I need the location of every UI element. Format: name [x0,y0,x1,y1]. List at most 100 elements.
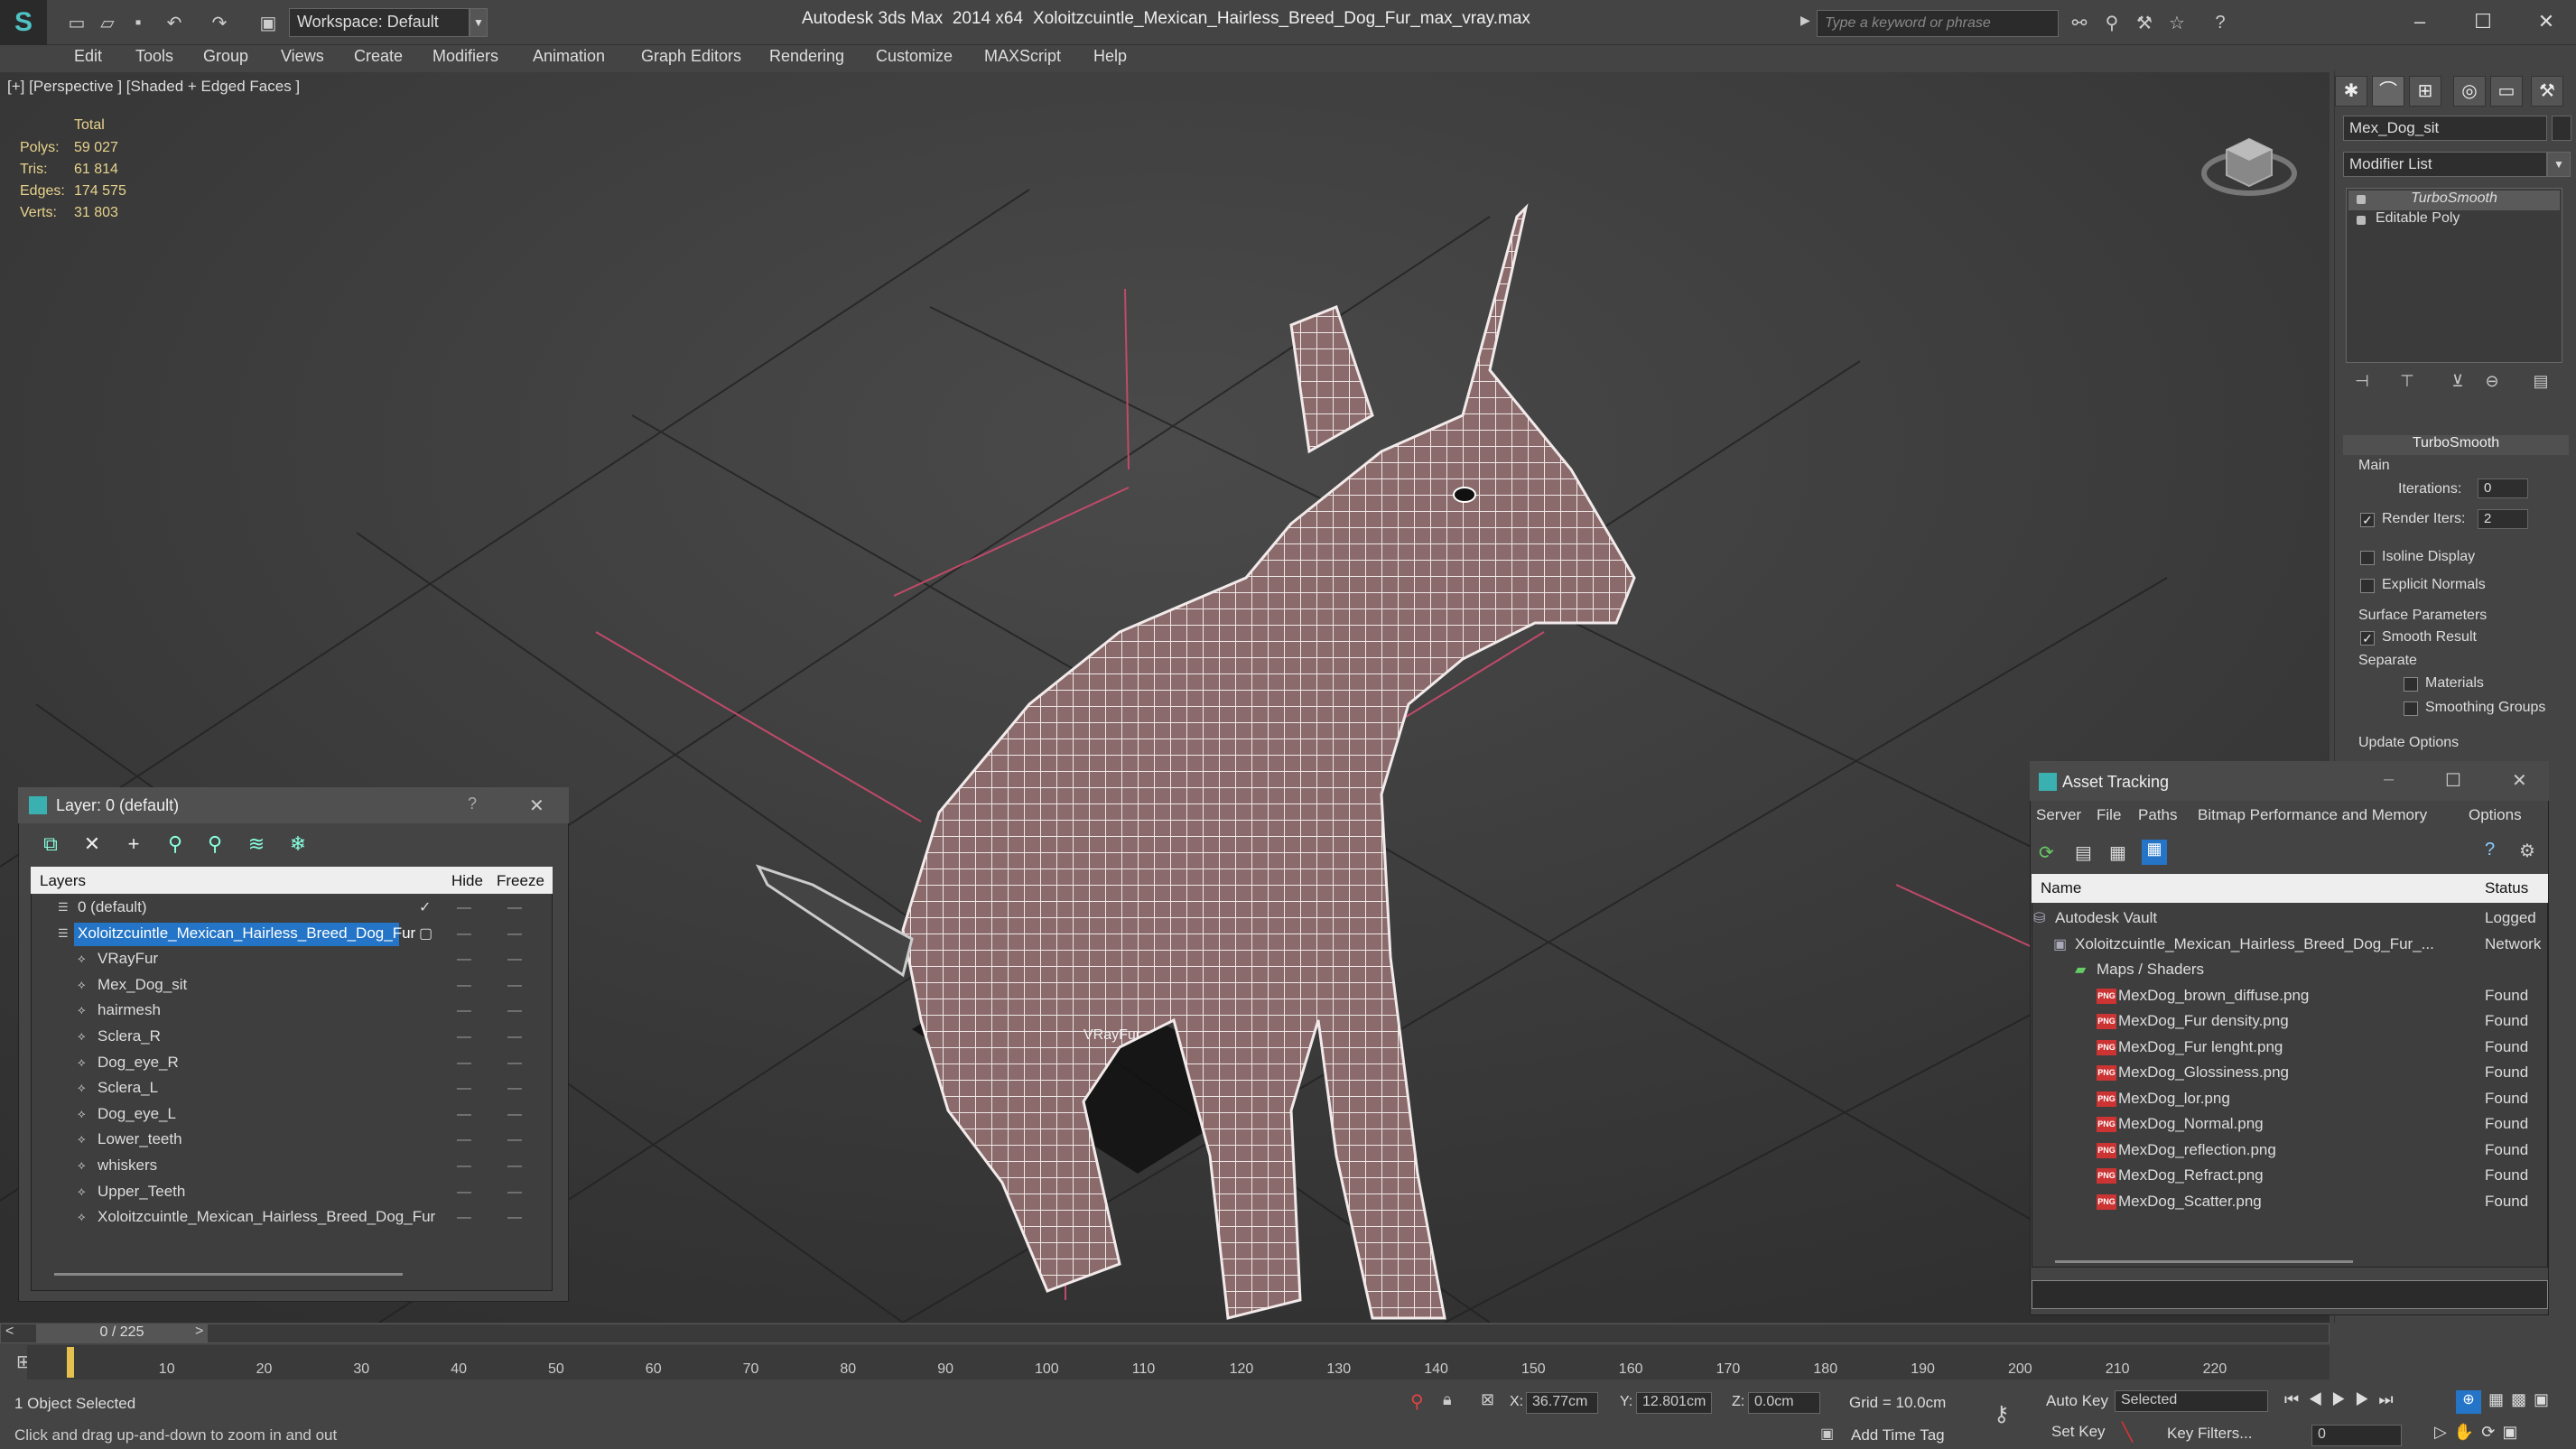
freeze-toggle[interactable]: — [507,926,522,943]
x-coordinate-field[interactable]: 36.77cm [1526,1392,1598,1414]
play-triangle-icon[interactable]: ▶ [1800,13,1810,28]
chevron-down-icon[interactable]: ▼ [470,8,488,37]
layer-row[interactable]: ⟡ Dog_eye_L — — [33,1102,553,1128]
z-coordinate-field[interactable]: 0.0cm [1748,1392,1820,1414]
motion-tab-icon[interactable]: ◎ [2453,76,2486,107]
frame-indicator[interactable]: 0 / 225 [36,1324,208,1342]
modify-tab-icon[interactable]: ⌒ [2372,76,2404,107]
time-next-icon[interactable]: > [195,1324,203,1340]
horizontal-scrollbar[interactable] [54,1273,403,1276]
current-frame-marker[interactable] [67,1347,74,1378]
hide-toggle[interactable]: — [457,900,471,916]
undo-icon[interactable]: ↶ [163,11,186,34]
hide-toggle[interactable]: — [457,1029,471,1045]
hierarchy-tab-icon[interactable]: ⊞ [2409,76,2441,107]
asset-row[interactable]: PNG MexDog_reflection.png Found [2033,1138,2546,1164]
menu-views[interactable]: Views [281,47,324,66]
modifier-list-dropdown[interactable]: Modifier List [2343,152,2547,177]
freeze-toggle[interactable]: — [507,1184,522,1201]
select-objects-icon[interactable]: ⚲ [161,832,190,858]
communication-icon[interactable]: ⚲ [2100,11,2124,34]
menu-customize[interactable]: Customize [876,47,953,66]
delete-layer-icon[interactable]: ✕ [78,832,107,858]
help-icon[interactable]: ? [2485,840,2495,860]
col-status[interactable]: Status [2485,879,2528,897]
viewport-nav-controls[interactable]: ▦▩▣ [2488,1390,2556,1409]
layer-row[interactable]: ⟡ Sclera_L — — [33,1076,553,1101]
key-mode-dropdown[interactable]: Selected [2115,1390,2268,1412]
configure-sets-icon[interactable]: ▤ [2528,372,2553,395]
chevron-down-icon[interactable]: ▼ [2547,152,2571,177]
menu-rendering[interactable]: Rendering [769,47,844,66]
close-button[interactable]: ✕ [2528,5,2564,38]
asset-row[interactable]: ▣ Xoloitzcuintle_Mexican_Hairless_Breed_D… [2033,933,2546,958]
minimize-button[interactable]: – [2402,5,2438,38]
hide-toggle[interactable]: — [457,1132,471,1148]
project-folder-icon[interactable]: ▣ [256,11,280,34]
layer-row[interactable]: ☰ 0 (default) ✓ — — [33,896,553,921]
hide-all-icon[interactable]: ≋ [242,832,271,858]
detail-view-icon[interactable]: ▦ [2109,841,2126,864]
help-icon[interactable]: ? [468,794,477,813]
menu-edit[interactable]: Edit [74,47,102,66]
set-key-icon[interactable]: ╲ [2122,1421,2133,1444]
maximize-button[interactable]: ☐ [2445,769,2461,792]
add-time-tag[interactable]: Add Time Tag [1851,1426,1945,1444]
freeze-toggle[interactable]: — [507,1210,522,1226]
hide-toggle[interactable]: — [457,1055,471,1072]
help-icon[interactable]: ? [2209,11,2232,34]
playback-controls[interactable]: ⏮◀▶▶⏭ [2284,1390,2403,1409]
key-icon[interactable]: ⚷ [1994,1401,2010,1427]
y-coordinate-field[interactable]: 12.801cm [1636,1392,1712,1414]
binoculars-icon[interactable]: ⚯ [2068,11,2091,34]
asset-menu-file[interactable]: File [2097,806,2121,824]
horizontal-scrollbar[interactable] [2055,1260,2353,1263]
isoline-display-checkbox[interactable] [2360,551,2375,565]
explicit-normals-checkbox[interactable] [2360,579,2375,593]
isolate-icon[interactable]: ⚲ [1410,1390,1424,1413]
smooth-result-checkbox[interactable]: ✓ [2360,631,2375,646]
time-slider[interactable] [0,1324,2330,1343]
layer-row[interactable]: ⟡ Mex_Dog_sit — — [33,973,553,999]
freeze-toggle[interactable]: — [507,900,522,916]
asset-menu-bitmap[interactable]: Bitmap Performance and Memory [2198,806,2427,824]
table-view-icon[interactable]: ▦ [2142,840,2167,865]
menu-group[interactable]: Group [203,47,248,66]
freeze-toggle[interactable]: — [507,1107,522,1123]
freeze-toggle[interactable]: — [507,1081,522,1097]
freeze-toggle[interactable]: — [507,1003,522,1019]
asset-row[interactable]: ⛁ Autodesk Vault Logged [2033,906,2546,932]
asset-row[interactable]: PNG MexDog_Refract.png Found [2033,1164,2546,1189]
absolute-mode-icon[interactable]: ⊠ [1481,1390,1494,1409]
freeze-all-icon[interactable]: ❄ [284,832,312,858]
create-layer-icon[interactable]: ⧉ [36,832,65,858]
menu-maxscript[interactable]: MAXScript [984,47,1061,66]
app-logo-icon[interactable]: S [0,0,47,45]
layer-row[interactable]: ⟡ hairmesh — — [33,999,553,1024]
object-name-input[interactable]: Mex_Dog_sit [2343,116,2547,141]
stack-item-editable-poly[interactable]: Editable Poly [2348,210,2560,230]
materials-checkbox[interactable] [2404,677,2418,692]
close-button[interactable]: ✕ [2512,769,2527,792]
settings-icon[interactable]: ⚙ [2519,840,2535,862]
create-tab-icon[interactable]: ✱ [2335,76,2367,107]
hide-toggle[interactable]: — [457,1003,471,1019]
time-tag-icon[interactable]: ▣ [1820,1425,1834,1443]
iterations-spinner[interactable]: 0 [2478,478,2528,498]
freeze-toggle[interactable]: — [507,1055,522,1072]
freeze-toggle[interactable]: — [507,978,522,994]
utilities-tab-icon[interactable]: ⚒ [2531,76,2563,107]
smoothing-groups-checkbox[interactable] [2404,701,2418,716]
render-iters-checkbox[interactable]: ✓ [2360,513,2375,527]
asset-row[interactable]: PNG MexDog_lor.png Found [2033,1087,2546,1112]
col-hide[interactable]: Hide [451,872,483,890]
make-active-icon[interactable]: ▢ [419,924,432,943]
asset-menu-options[interactable]: Options [2469,806,2522,824]
viewport-nav-controls-2[interactable]: ▷✋⟳▣ [2434,1423,2525,1442]
stack-item-turbosmooth[interactable]: TurboSmooth [2348,190,2560,210]
track-bar[interactable] [27,1345,2330,1379]
asset-row[interactable]: PNG MexDog_Normal.png Found [2033,1112,2546,1138]
remove-modifier-icon[interactable]: ⊖ [2479,372,2505,395]
zoom-icon[interactable]: ⊕ [2456,1390,2481,1414]
layer-row[interactable]: ⟡ VRayFur — — [33,947,553,972]
